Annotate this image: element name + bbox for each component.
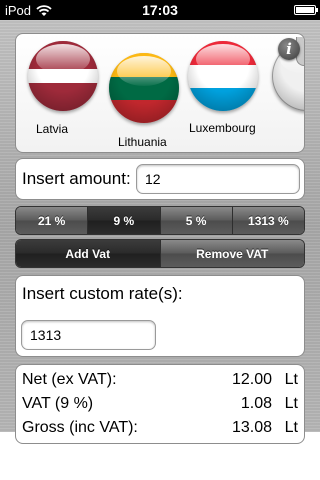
remove-vat-button[interactable]: Remove VAT — [159, 240, 304, 267]
amount-panel: Insert amount: — [15, 158, 305, 200]
luxembourg-flag-icon — [188, 41, 258, 111]
result-vat-row: VAT (9 %) 1.08 Lt — [22, 395, 298, 415]
rate-selector: 21 % 9 % 5 % 1313 % — [15, 206, 305, 235]
result-value: 13.08 — [231, 419, 272, 436]
clock: 17:03 — [142, 2, 178, 18]
result-label: Gross (inc VAT): — [22, 419, 138, 436]
info-icon[interactable]: i — [278, 38, 300, 60]
results-panel: Net (ex VAT): 12.00 Lt VAT (9 %) 1.08 Lt… — [15, 364, 305, 444]
app-view: Latvia Lithuania Luxembourg i Insert amo… — [0, 20, 320, 444]
amount-input[interactable] — [136, 164, 300, 194]
result-label: Net (ex VAT): — [22, 371, 117, 388]
result-unit: Lt — [284, 419, 298, 436]
custom-rate-label: Insert custom rate(s): — [22, 284, 183, 303]
country-item-luxembourg[interactable]: Luxembourg — [186, 41, 276, 141]
country-item-lithuania[interactable]: Lithuania — [107, 53, 187, 152]
rate-option-5[interactable]: 5 % — [159, 207, 232, 234]
rate-option-21[interactable]: 21 % — [16, 207, 88, 234]
result-unit: Lt — [284, 371, 298, 388]
vat-action-selector: Add Vat Remove VAT — [15, 239, 305, 268]
status-bar: iPod 17:03 — [0, 0, 320, 20]
amount-label: Insert amount: — [22, 169, 131, 188]
custom-rate-panel: Insert custom rate(s): — [15, 275, 305, 357]
result-gross-row: Gross (inc VAT): 13.08 Lt — [22, 419, 298, 439]
country-label: Luxembourg — [189, 121, 256, 135]
add-vat-button[interactable]: Add Vat — [16, 240, 160, 267]
custom-rate-input[interactable] — [21, 320, 156, 350]
country-item-latvia[interactable]: Latvia — [26, 41, 106, 141]
result-unit: Lt — [284, 395, 298, 412]
result-net-row: Net (ex VAT): 12.00 Lt — [22, 371, 298, 391]
rate-option-1313[interactable]: 1313 % — [231, 207, 304, 234]
country-carousel[interactable]: Latvia Lithuania Luxembourg i — [15, 33, 305, 153]
battery-icon — [294, 5, 318, 15]
latvia-flag-icon — [28, 41, 98, 111]
country-label: Lithuania — [118, 135, 167, 149]
result-label: VAT (9 %) — [22, 395, 94, 412]
country-label: Latvia — [36, 122, 69, 136]
result-value: 12.00 — [231, 371, 272, 388]
result-value: 1.08 — [240, 395, 272, 412]
lithuania-flag-icon — [109, 53, 179, 123]
rate-option-9[interactable]: 9 % — [87, 207, 160, 234]
